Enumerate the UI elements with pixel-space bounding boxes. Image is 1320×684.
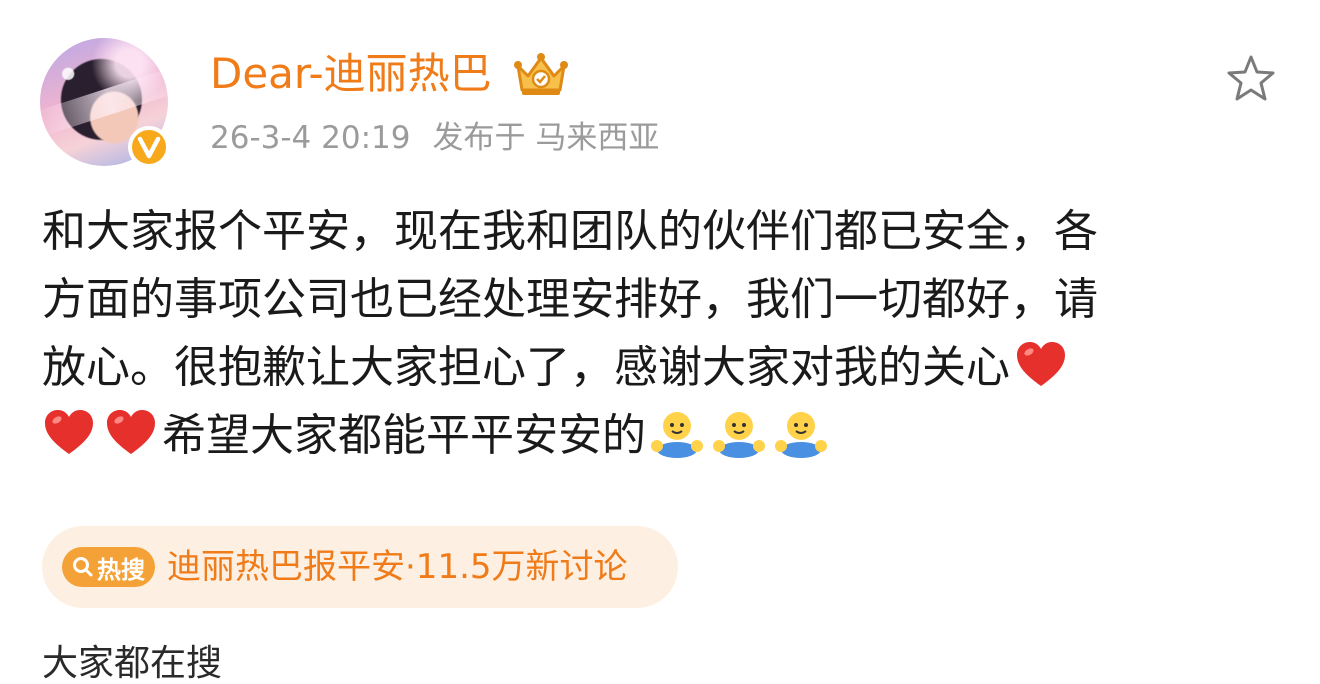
section-title: 大家都在搜 bbox=[42, 643, 223, 684]
search-icon bbox=[73, 557, 93, 577]
content-line: 方面的事项公司也已经处理安排好，我们一切都好，请 bbox=[42, 274, 1098, 325]
username[interactable]: Dear-迪丽热巴 bbox=[210, 46, 492, 102]
post-location: 发布于 马来西亚 bbox=[432, 120, 660, 156]
post-timestamp: 26-3-4 20:19 bbox=[210, 120, 411, 156]
heart-emoji-icon bbox=[107, 410, 155, 454]
hug-emoji-icon bbox=[713, 412, 765, 458]
heart-emoji-icon bbox=[45, 410, 93, 454]
favorite-star-icon[interactable] bbox=[1224, 52, 1278, 106]
heart-emoji-icon bbox=[1017, 342, 1065, 386]
content-text: 放心。很抱歉让大家担心了，感谢大家对我的关心 bbox=[42, 342, 1010, 393]
content-line: 和大家报个平安，现在我和团队的伙伴们都已安全，各 bbox=[42, 206, 1098, 257]
post-meta: 26-3-4 20:19 发布于 马来西亚 bbox=[210, 116, 659, 160]
hot-search-text: 迪丽热巴报平安·11.5万新讨论 bbox=[167, 547, 628, 587]
hug-emoji-icon bbox=[775, 412, 827, 458]
hot-search-badge-label: 热搜 bbox=[97, 555, 145, 584]
vip-crown-icon bbox=[514, 53, 568, 95]
content-line: 希望大家都能平平安安的 bbox=[42, 402, 1282, 470]
hot-search-badge: 热搜 bbox=[62, 547, 155, 587]
hug-emoji-icon bbox=[651, 412, 703, 458]
hot-search-topic[interactable]: 热搜 迪丽热巴报平安·11.5万新讨论 bbox=[42, 526, 678, 608]
content-text: 希望大家都能平平安安的 bbox=[162, 410, 646, 461]
post-content: 和大家报个平安，现在我和团队的伙伴们都已安全，各 方面的事项公司也已经处理安排好… bbox=[42, 198, 1282, 470]
content-line: 放心。很抱歉让大家担心了，感谢大家对我的关心 bbox=[42, 334, 1282, 402]
verified-badge-icon bbox=[128, 126, 170, 168]
